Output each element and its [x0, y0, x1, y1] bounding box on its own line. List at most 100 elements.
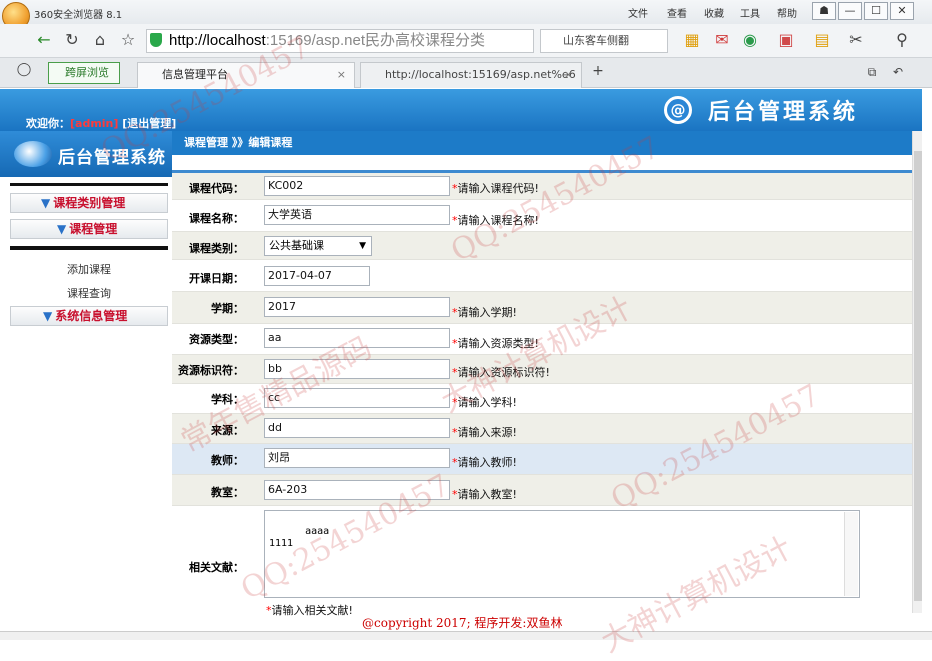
sidebar-item-system-management[interactable]: ▼ 系统信息管理	[10, 306, 168, 326]
form-row-teacher: 教师： 刘昂 *请输入教师!	[172, 444, 912, 475]
apps-icon[interactable]: ▤	[812, 30, 832, 50]
breadcrumb-underline	[172, 155, 912, 173]
source-input[interactable]: dd	[264, 418, 450, 438]
subject-hint: *请输入学科!	[452, 396, 517, 409]
menu-view[interactable]: 查看	[667, 5, 687, 20]
refs-label: 相关文献：	[189, 561, 244, 574]
translate-icon[interactable]: ▣	[776, 30, 796, 50]
browser-app-title: 360安全浏览器 8.1	[34, 10, 123, 21]
sidebar-divider	[10, 183, 168, 186]
copyright: @copyright 2017; 程序开发:双鱼林	[362, 616, 563, 630]
date-input[interactable]: 2017-04-07	[264, 266, 370, 286]
teacher-input[interactable]: 刘昂	[264, 448, 450, 468]
sidebar-logo-icon	[14, 141, 52, 167]
sidebar-link-add-course[interactable]: 添加课程	[10, 261, 168, 277]
zoom-icon[interactable]: ⚲	[892, 30, 912, 50]
address-bar[interactable]: http://localhost:15169/asp.net民办高校课程分类	[146, 29, 534, 53]
username: [admin]	[70, 117, 119, 130]
form-row-restype: 资源类型： aa *请输入资源类型!	[172, 324, 912, 355]
subject-input[interactable]: cc	[264, 388, 450, 408]
search-input[interactable]: 山东客车侧翻	[540, 29, 668, 53]
extension-icon[interactable]: ▦	[682, 30, 702, 50]
undo-icon[interactable]: ↶	[888, 62, 908, 82]
maximize-icon[interactable]: ☐	[864, 2, 888, 20]
source-hint: *请输入来源!	[452, 426, 517, 439]
home-icon[interactable]: ⌂	[90, 30, 110, 50]
tab-close-icon[interactable]: ×	[564, 63, 573, 87]
refs-hint: *请输入相关文献!	[266, 604, 353, 617]
name-input[interactable]: 大学英语	[264, 205, 450, 225]
tab-close-icon[interactable]: ×	[337, 63, 346, 87]
sidebar-link-query-course[interactable]: 课程查询	[10, 285, 168, 301]
category-select[interactable]: 公共基础课 ▼	[264, 236, 372, 256]
textarea-scrollbar[interactable]	[844, 512, 858, 596]
expand-icon: ▼	[43, 309, 53, 323]
logout-link[interactable]: [退出管理]	[122, 117, 176, 130]
tab-label: http://localhost:15169/asp.net%e6	[385, 68, 576, 81]
restype-hint: *请输入资源类型!	[452, 337, 539, 350]
scrollbar-thumb[interactable]	[914, 151, 922, 601]
minimize-icon[interactable]: —	[838, 2, 862, 20]
menu-file[interactable]: 文件	[628, 5, 648, 20]
address-toolbar: ← ↻ ⌂ ☆ http://localhost:15169/asp.net民办…	[0, 24, 932, 58]
form-row-name: 课程名称： 大学英语 *请输入课程名称!	[172, 200, 912, 232]
restype-input[interactable]: aa	[264, 328, 450, 348]
subject-label: 学科：	[211, 393, 244, 406]
refs-textarea[interactable]: aaaa 1111	[264, 510, 860, 598]
teacher-hint: *请输入教师!	[452, 456, 517, 469]
split-screen-label: 跨屏浏览	[65, 66, 109, 79]
skin-icon[interactable]: ☗	[812, 2, 836, 20]
code-input[interactable]: KC002	[264, 176, 450, 196]
form-row-subject: 学科： cc *请输入学科!	[172, 384, 912, 414]
address-host: http://localhost	[169, 32, 266, 49]
form-row-room: 教室： 6A-203 *请输入教室!	[172, 475, 912, 506]
source-label: 来源：	[211, 424, 244, 437]
form-row-resid: 资源标识符： bb *请输入资源标识符!	[172, 355, 912, 384]
date-label: 开课日期：	[189, 272, 244, 285]
restype-label: 资源类型：	[189, 333, 244, 346]
new-tab-button[interactable]: +	[588, 61, 608, 81]
browser-statusbar	[0, 631, 932, 640]
browser-titlebar: 360安全浏览器 8.1 文件 查看 收藏 工具 帮助 ☗ — ☐ ✕	[0, 0, 932, 30]
sidebar-toggle-icon[interactable]: ◯	[14, 60, 34, 80]
category-label: 课程类别：	[189, 242, 244, 255]
tab-active[interactable]: 信息管理平台 ×	[137, 62, 355, 88]
page-scrollbar[interactable]	[912, 131, 922, 613]
term-label: 学期：	[211, 302, 244, 315]
back-icon[interactable]: ←	[34, 30, 54, 50]
term-hint: *请输入学期!	[452, 306, 517, 319]
close-icon[interactable]: ✕	[890, 2, 914, 20]
refresh-icon[interactable]: ↻	[62, 30, 82, 50]
breadcrumb: 课程管理 》》编辑课程	[172, 131, 912, 155]
split-screen-button[interactable]: 跨屏浏览	[48, 62, 120, 84]
address-path: :15169/asp.net民办高校课程分类	[265, 32, 485, 49]
system-title: 后台管理系统	[708, 100, 859, 125]
expand-icon: ▼	[41, 196, 51, 210]
search-text: 山东客车侧翻	[563, 34, 629, 47]
form-row-code: 课程代码： KC002 *请输入课程代码!	[172, 173, 912, 200]
sidebar-item-course-management[interactable]: ▼ 课程管理	[10, 219, 168, 239]
security-shield-icon	[150, 33, 162, 47]
shield-ext-icon[interactable]: ◉	[740, 30, 760, 50]
term-input[interactable]: 2017	[264, 297, 450, 317]
code-label: 课程代码：	[189, 182, 244, 195]
screenshot-icon[interactable]: ✂	[846, 30, 866, 50]
sidebar-item-label: 课程管理	[69, 222, 118, 236]
menu-tools[interactable]: 工具	[740, 5, 760, 20]
sidebar-item-category-management[interactable]: ▼ 课程类别管理	[10, 193, 168, 213]
form-row-term: 学期： 2017 *请输入学期!	[172, 292, 912, 324]
name-label: 课程名称：	[189, 212, 244, 225]
menu-help[interactable]: 帮助	[777, 5, 797, 20]
tab-inactive[interactable]: http://localhost:15169/asp.net%e6 ×	[360, 62, 582, 88]
mail-icon[interactable]: ✉	[712, 30, 732, 50]
refs-value: aaaa 1111	[269, 526, 330, 549]
resid-input[interactable]: bb	[264, 359, 450, 379]
teacher-label: 教师：	[211, 454, 244, 467]
form-row-refs: 相关文献： aaaa 1111 *请输入相关文献!	[172, 506, 912, 617]
room-input[interactable]: 6A-203	[264, 480, 450, 500]
sidebar-item-label: 系统信息管理	[55, 309, 128, 323]
tab-strip: ◯ 信息管理平台 × http://localhost:15169/asp.ne…	[0, 58, 932, 88]
star-icon[interactable]: ☆	[118, 30, 138, 50]
menu-favorites[interactable]: 收藏	[704, 5, 724, 20]
restore-tab-icon[interactable]: ⧉	[862, 62, 882, 82]
